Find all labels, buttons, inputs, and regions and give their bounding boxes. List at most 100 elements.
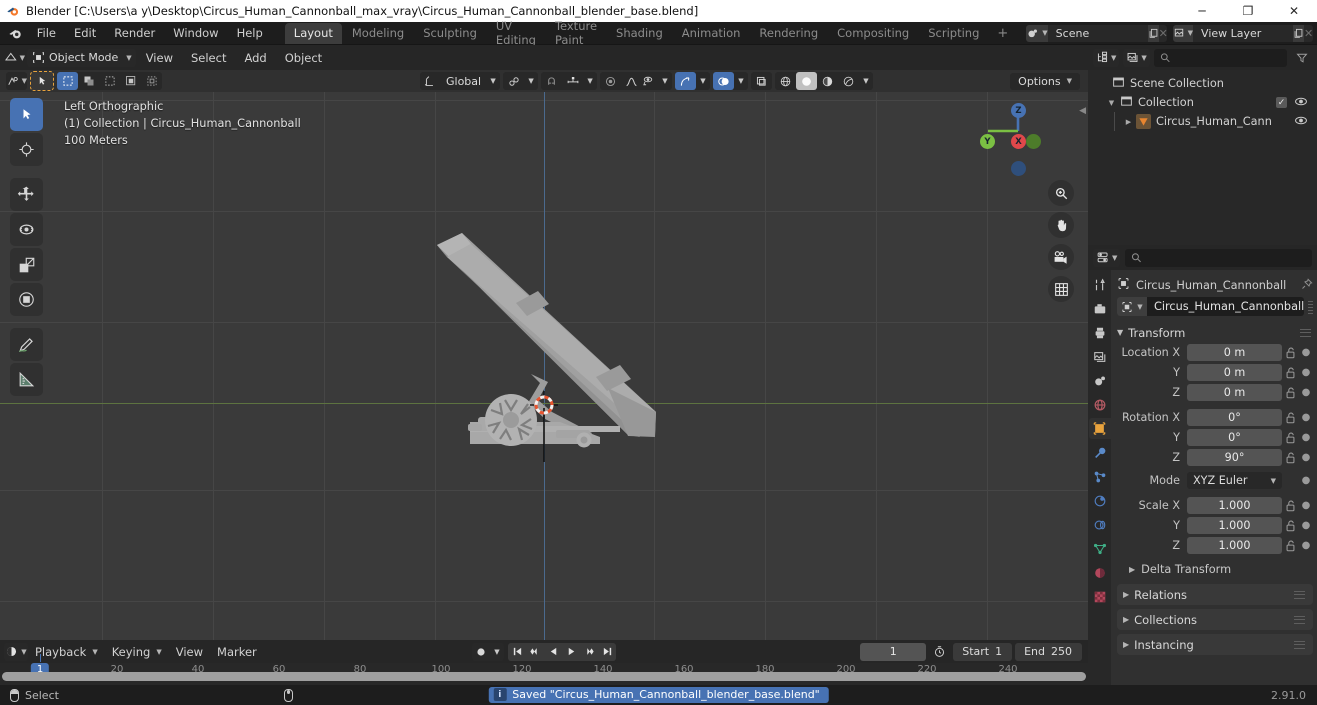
tool-scale[interactable] xyxy=(10,248,43,281)
render-tab-icon[interactable] xyxy=(1089,298,1111,319)
select-extend-icon[interactable] xyxy=(78,72,99,90)
tool-measure[interactable] xyxy=(10,363,43,396)
record-icon[interactable] xyxy=(472,643,490,661)
xray-toggle-icon[interactable] xyxy=(751,72,772,90)
filter-icon[interactable] xyxy=(1291,49,1312,67)
scale-y-lock-icon[interactable] xyxy=(1282,520,1299,532)
rotation-y-lock-icon[interactable] xyxy=(1282,432,1299,444)
select-subtract-icon[interactable] xyxy=(99,72,120,90)
viewport-menu-view[interactable]: View xyxy=(138,49,181,67)
modifier-tab-icon[interactable] xyxy=(1089,442,1111,463)
orientation-chevron-down-icon[interactable]: ▼ xyxy=(486,72,500,90)
constraints-tab-icon[interactable] xyxy=(1089,514,1111,535)
object-name-value[interactable]: Circus_Human_Cannonball xyxy=(1147,300,1304,313)
rotation-y-value[interactable]: 0° xyxy=(1187,429,1282,446)
scale-x-lock-icon[interactable] xyxy=(1282,500,1299,512)
timeline-menu-keying[interactable]: Keying ▼ xyxy=(105,643,169,661)
location-x-lock-icon[interactable] xyxy=(1282,347,1299,359)
collections-disclosure-icon[interactable]: ▶ xyxy=(1123,615,1129,624)
select-invert-icon[interactable] xyxy=(120,72,141,90)
view-layer-tab-icon[interactable] xyxy=(1089,346,1111,367)
scale-z-animate-dot[interactable]: ● xyxy=(1299,540,1313,551)
collection-checkbox[interactable]: ✓ xyxy=(1276,97,1287,108)
transform-panel-header[interactable]: ▼ Transform xyxy=(1117,322,1313,343)
relations-panel[interactable]: ▶ Relations xyxy=(1117,584,1313,605)
tab-scripting[interactable]: Scripting xyxy=(919,23,988,44)
timeline-editor-type-icon[interactable]: ▼ xyxy=(4,642,28,661)
viewport-options-button[interactable]: Options ▼ xyxy=(1010,72,1080,90)
object-disclosure-icon[interactable]: ▶ xyxy=(1123,118,1134,126)
menu-file[interactable]: File xyxy=(29,24,64,42)
object-id-picker[interactable]: ▼ xyxy=(1117,297,1147,316)
tab-modeling[interactable]: Modeling xyxy=(343,23,413,44)
location-x-animate-dot[interactable]: ● xyxy=(1299,347,1313,358)
tab-animation[interactable]: Animation xyxy=(673,23,750,44)
new-scene-button[interactable] xyxy=(1147,24,1159,42)
rotation-z-lock-icon[interactable] xyxy=(1282,452,1299,464)
rotation-x-value[interactable]: 0° xyxy=(1187,409,1282,426)
tool-tweak[interactable] xyxy=(10,98,43,131)
tool-settings-icon[interactable]: ▼ xyxy=(6,72,27,90)
maximize-button[interactable]: ❐ xyxy=(1225,0,1271,22)
rotation-z-value[interactable]: 90° xyxy=(1187,449,1282,466)
minimize-button[interactable]: ─ xyxy=(1179,0,1225,22)
object-tab-icon[interactable] xyxy=(1088,418,1111,439)
shading-wireframe-icon[interactable] xyxy=(775,72,796,90)
scene-selector[interactable]: ▼ Scene ✕ xyxy=(1026,24,1167,42)
world-tab-icon[interactable] xyxy=(1089,394,1111,415)
viewport-menu-object[interactable]: Object xyxy=(277,49,330,67)
menu-window[interactable]: Window xyxy=(165,24,226,42)
transform-orientation-selector[interactable]: Global ▼ xyxy=(420,72,501,90)
scene-icon[interactable]: ▼ xyxy=(1026,24,1048,42)
relations-disclosure-icon[interactable]: ▶ xyxy=(1123,590,1129,599)
scale-x-animate-dot[interactable]: ● xyxy=(1299,500,1313,511)
use-preview-range-icon[interactable] xyxy=(929,643,950,661)
active-tool-tweak-icon[interactable] xyxy=(30,71,54,91)
tool-annotate[interactable] xyxy=(10,328,43,361)
location-y-lock-icon[interactable] xyxy=(1282,367,1299,379)
location-y-animate-dot[interactable]: ● xyxy=(1299,367,1313,378)
sidebar-collapse-icon[interactable]: ◀ xyxy=(1079,106,1086,116)
snap-chevron-down-icon[interactable]: ▼ xyxy=(583,72,597,90)
tab-sculpting[interactable]: Sculpting xyxy=(414,23,486,44)
gizmo-axis-x[interactable]: X xyxy=(1011,134,1026,149)
rotation-mode-animate-dot[interactable]: ● xyxy=(1299,475,1313,486)
play-reverse-button[interactable] xyxy=(544,643,562,661)
physics-tab-icon[interactable] xyxy=(1089,490,1111,511)
timeline-scrollbar[interactable] xyxy=(2,672,1086,681)
jump-to-end-button[interactable] xyxy=(598,643,616,661)
scale-y-animate-dot[interactable]: ● xyxy=(1299,520,1313,531)
viewlayer-name[interactable]: View Layer xyxy=(1193,27,1293,40)
location-z-lock-icon[interactable] xyxy=(1282,387,1299,399)
instancing-disclosure-icon[interactable]: ▶ xyxy=(1123,640,1129,649)
tool-tab-icon[interactable] xyxy=(1089,274,1111,295)
pin-icon[interactable] xyxy=(1301,277,1313,293)
tab-layout[interactable]: Layout xyxy=(284,22,342,44)
end-value[interactable]: 250 xyxy=(1051,645,1082,658)
editor-type-icon[interactable]: ▼ xyxy=(4,49,25,67)
object-visibility-icon[interactable] xyxy=(637,72,658,90)
viewlayer-icon[interactable]: ▼ xyxy=(1172,24,1194,42)
outliner-filter-text[interactable] xyxy=(1169,51,1281,64)
gizmo-toggle-icon[interactable] xyxy=(675,72,696,90)
close-button[interactable]: ✕ xyxy=(1271,0,1317,22)
rotation-z-animate-dot[interactable]: ● xyxy=(1299,452,1313,463)
visibility-chevron-down-icon[interactable]: ▼ xyxy=(658,72,672,90)
cannon-model[interactable] xyxy=(0,92,1088,640)
scene-name[interactable]: Scene xyxy=(1048,27,1148,40)
object-id-field[interactable]: ▼ Circus_Human_Cannonball xyxy=(1117,297,1305,316)
outliner-row-object[interactable]: ▶ Circus_Human_Cann xyxy=(1088,112,1317,131)
properties-editor-type-icon[interactable]: ▼ xyxy=(1093,248,1121,267)
location-z-value[interactable]: 0 m xyxy=(1187,384,1282,401)
shading-rendered-icon[interactable] xyxy=(838,72,859,90)
gizmo-chevron-down-icon[interactable]: ▼ xyxy=(696,72,710,90)
snap-increment-icon[interactable] xyxy=(562,72,583,90)
gizmo-axis-z[interactable]: Z xyxy=(1011,103,1026,118)
shading-solid-icon[interactable] xyxy=(796,72,817,90)
outliner-row-scene-collection[interactable]: Scene Collection xyxy=(1088,74,1317,93)
instancing-panel[interactable]: ▶ Instancing xyxy=(1117,634,1313,655)
outliner-search-input[interactable] xyxy=(1153,48,1287,67)
new-viewlayer-button[interactable] xyxy=(1293,24,1305,42)
rotation-mode-dropdown[interactable]: XYZ Euler ▼ xyxy=(1187,472,1282,489)
outliner-display-mode[interactable]: ▼ xyxy=(1123,48,1150,67)
